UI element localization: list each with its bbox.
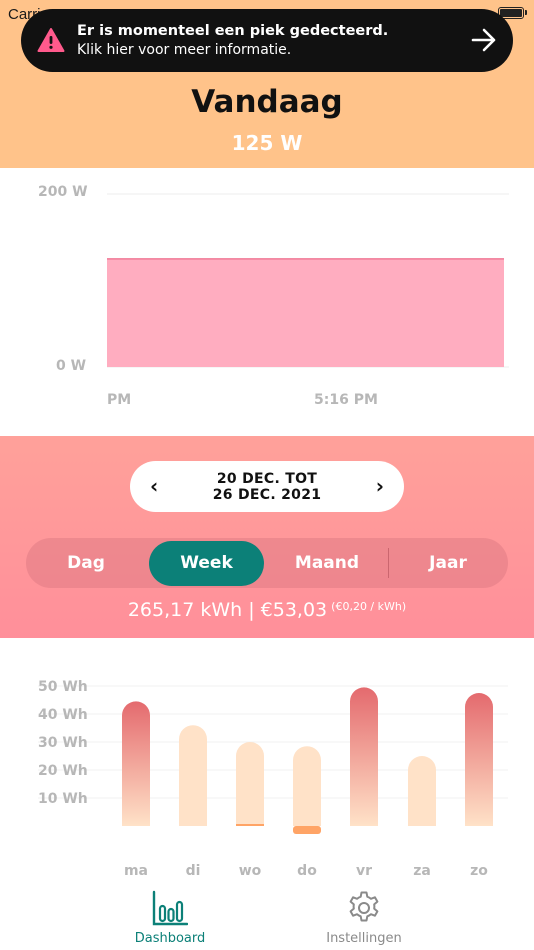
- week-x-label-do: do: [297, 863, 317, 879]
- today-y-tick-min: 0 W: [56, 358, 87, 374]
- segment-maand[interactable]: Maand: [267, 538, 387, 588]
- tab-settings[interactable]: Instellingen: [304, 888, 424, 950]
- week-bar-do[interactable]: [293, 746, 321, 826]
- week-bar-baseline-marker: [236, 824, 264, 826]
- week-chart-svg: 50 Wh 40 Wh 30 Wh 20 Wh 10 Wh ma di wo do vr za zo: [38, 679, 508, 879]
- week-bar-wo[interactable]: [236, 742, 264, 826]
- week-bar-za[interactable]: [408, 756, 436, 826]
- week-bar-di[interactable]: [179, 725, 207, 826]
- week-x-label-zo: zo: [470, 863, 488, 879]
- week-x-label-wo: wo: [239, 863, 262, 879]
- gear-icon: [349, 891, 379, 922]
- week-bar-vr[interactable]: [350, 687, 378, 826]
- period-segmented-control: Dag Week Maand Jaar: [26, 538, 508, 588]
- usage-total: 265,17 kWh | €53,03: [127, 599, 328, 621]
- segment-dag[interactable]: Dag: [26, 538, 146, 588]
- segment-jaar[interactable]: Jaar: [388, 538, 508, 588]
- today-y-tick-max: 200 W: [38, 184, 88, 200]
- date-range-start: 20 DEC. TOT: [216, 471, 318, 487]
- week-x-label-vr: vr: [356, 863, 372, 879]
- today-chart-svg: [107, 193, 509, 368]
- today-x-tick-end: 5:16 PM: [314, 392, 378, 408]
- date-range-end: 26 DEC. 2021: [212, 487, 322, 503]
- week-y-tick-label: 40 Wh: [38, 707, 88, 723]
- price-per-kwh: (€0,20 / kWh): [331, 600, 407, 613]
- today-power-area: [107, 258, 504, 367]
- bar-chart-icon: [152, 890, 188, 926]
- week-y-tick-label: 10 Wh: [38, 791, 88, 807]
- date-range-selector[interactable]: ‹ 20 DEC. TOT 26 DEC. 2021 ›: [130, 461, 404, 512]
- week-x-label-ma: ma: [124, 863, 148, 879]
- arrow-right-icon[interactable]: [471, 28, 497, 52]
- week-y-tick-label: 20 Wh: [38, 763, 88, 779]
- warning-triangle-icon: [37, 28, 65, 52]
- period-panel: ‹ 20 DEC. TOT 26 DEC. 2021 › Dag Week Ma…: [0, 436, 534, 638]
- tab-dashboard[interactable]: Dashboard: [110, 888, 230, 950]
- segment-week[interactable]: Week: [149, 541, 264, 586]
- current-power: 125 W: [231, 131, 303, 155]
- peak-alert-banner[interactable]: Er is momenteel een piek gedecteerd. Kli…: [21, 9, 513, 72]
- week-bar-zo[interactable]: [465, 693, 493, 826]
- week-bar-selected-marker: [293, 826, 321, 834]
- tab-dashboard-label: Dashboard: [134, 931, 206, 946]
- week-chart: 50 Wh 40 Wh 30 Wh 20 Wh 10 Wh ma di wo do vr za zo: [0, 638, 534, 888]
- today-x-tick-start: PM: [107, 392, 132, 408]
- alert-title: Er is momenteel een piek gedecteerd.: [77, 23, 389, 39]
- tab-bar: Dashboard Instellingen: [0, 888, 534, 950]
- week-y-tick-label: 30 Wh: [38, 735, 88, 751]
- week-x-label-di: di: [186, 863, 201, 879]
- usage-summary: 265,17 kWh | €53,03 (€0,20 / kWh): [0, 599, 534, 621]
- tab-settings-label: Instellingen: [326, 931, 402, 946]
- next-period-button[interactable]: ›: [376, 474, 384, 498]
- week-x-label-za: za: [413, 863, 431, 879]
- week-y-tick-label: 50 Wh: [38, 679, 88, 695]
- page-title: Vandaag: [191, 84, 343, 120]
- week-bar-ma[interactable]: [122, 701, 150, 826]
- alert-subtitle: Klik hier voor meer informatie.: [77, 42, 292, 58]
- battery-tip: [525, 10, 527, 15]
- today-chart: 200 W 0 W PM 5:16 PM: [0, 168, 534, 436]
